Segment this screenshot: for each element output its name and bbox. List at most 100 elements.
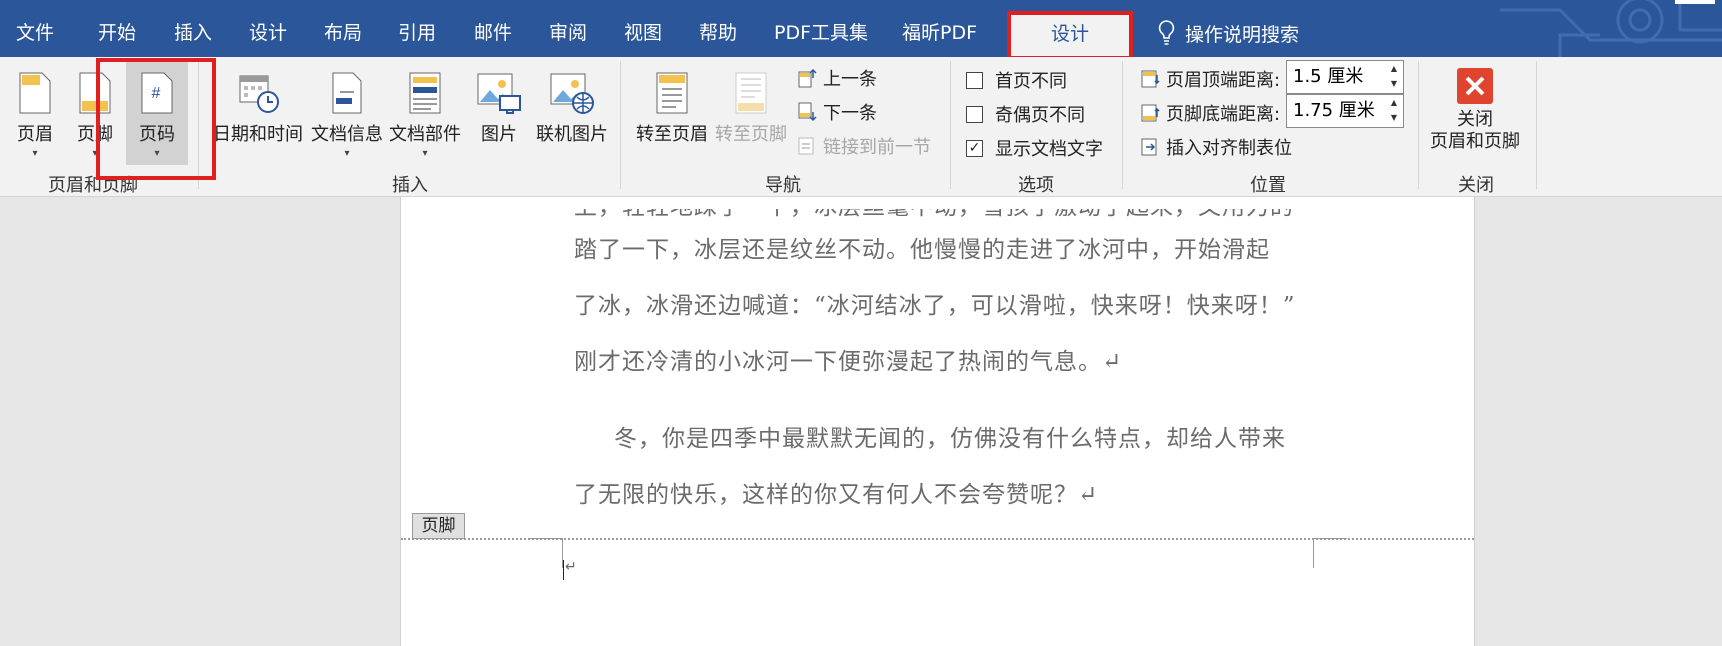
go-to-header-label: 转至页眉 <box>636 124 708 145</box>
go-to-header-button[interactable]: 转至页眉 <box>636 59 708 146</box>
checkbox-box <box>966 105 983 123</box>
online-picture-icon <box>550 73 594 114</box>
chevron-down-icon: ▾ <box>422 148 428 159</box>
tab-foxit-pdf[interactable]: 福昕PDF <box>902 0 977 57</box>
group-label-navigation: 导航 <box>765 175 801 196</box>
page-number-highlight-box <box>96 58 216 180</box>
header-icon <box>19 72 51 114</box>
close-header-footer-button[interactable]: 关闭 页眉和页脚 <box>1430 61 1520 153</box>
tab-design[interactable]: 设计 <box>249 0 287 57</box>
tab-pdf-tools[interactable]: PDF工具集 <box>774 0 868 57</box>
body-text-line: 踏了一下，冰层还是纹丝不动。他慢慢的走进了冰河中，开始滑起 <box>574 237 1270 263</box>
footer-tag: 页脚 <box>412 513 465 539</box>
doc-parts-icon <box>409 72 441 114</box>
footer-from-bottom-label: 页脚底端距离: <box>1166 104 1281 125</box>
previous-label: 上一条 <box>823 69 877 90</box>
date-time-icon <box>239 75 279 113</box>
group-label-options: 选项 <box>1018 175 1054 196</box>
spinner-arrows-icon[interactable]: ▲ ▼ <box>1385 95 1403 127</box>
group-separator <box>1418 61 1419 189</box>
chevron-down-icon: ▾ <box>32 148 38 159</box>
tab-file[interactable]: 文件 <box>16 0 54 57</box>
tab-insert[interactable]: 插入 <box>174 0 212 57</box>
next-icon <box>798 102 817 122</box>
footer-bottom-icon <box>1141 104 1160 122</box>
tab-mailings[interactable]: 邮件 <box>474 0 512 57</box>
group-separator <box>1122 61 1123 189</box>
tell-me-label: 操作说明搜索 <box>1185 23 1300 46</box>
header-from-top-spinner[interactable]: 1.5 厘米 ▲ ▼ <box>1286 60 1404 94</box>
header-from-top-row: 页眉顶端距离: <box>1140 66 1280 92</box>
chevron-down-icon: ▾ <box>92 148 98 159</box>
checkmark-icon: ✓ <box>966 139 983 157</box>
text-cursor <box>563 560 564 580</box>
group-label-insert: 插入 <box>392 175 428 196</box>
close-icon <box>1457 68 1493 104</box>
margin-corner-mark <box>1313 538 1314 568</box>
show-doc-text-checkbox[interactable]: ✓ 显示文档文字 <box>966 135 1103 161</box>
tell-me-search[interactable]: 操作说明搜索 <box>1158 0 1299 57</box>
group-separator <box>620 61 621 189</box>
tab-review[interactable]: 审阅 <box>549 0 587 57</box>
next-button[interactable]: 下一条 <box>797 99 877 125</box>
date-time-button[interactable]: 日期和时间 <box>213 59 303 146</box>
previous-icon <box>798 68 817 88</box>
insert-alignment-tab-button[interactable]: 插入对齐制表位 <box>1140 134 1292 160</box>
header-from-top-label: 页眉顶端距离: <box>1166 70 1281 91</box>
picture-icon <box>477 73 521 114</box>
doc-parts-button[interactable]: 文档部件 ▾ <box>389 59 461 160</box>
picture-label: 图片 <box>481 124 517 145</box>
group-label-position: 位置 <box>1250 175 1286 196</box>
tab-help[interactable]: 帮助 <box>699 0 737 57</box>
link-to-previous-button: 链接到前一节 <box>797 133 931 159</box>
tab-header-footer-design[interactable]: 设计 <box>1007 11 1133 57</box>
close-label-line2: 页眉和页脚 <box>1430 131 1520 152</box>
body-text-line: 了无限的快乐，这样的你又有何人不会夸赞呢？↵ <box>574 482 1099 508</box>
footer-from-bottom-row: 页脚底端距离: <box>1140 100 1280 126</box>
previous-button[interactable]: 上一条 <box>797 65 877 91</box>
different-first-page-checkbox[interactable]: 首页不同 <box>966 67 1067 93</box>
document-page[interactable]: 上，轻轻地踩了一下，冰层丝毫不动，雪孩子激动了起来，又用力的 踏了一下，冰层还是… <box>400 197 1475 646</box>
ribbon-panel: 页眉 ▾ 页脚 ▾ # 页码 ▾ 页眉和页脚 日期和时间 文档信息 ▾ 文档部件… <box>0 57 1722 197</box>
tab-references[interactable]: 引用 <box>398 0 436 57</box>
doc-parts-label: 文档部件 <box>389 124 461 145</box>
go-to-footer-button: 转至页脚 <box>715 59 787 146</box>
group-separator <box>950 61 951 189</box>
header-label: 页眉 <box>17 124 53 145</box>
decorative-circuit-pattern <box>1500 0 1722 57</box>
chevron-down-icon: ▾ <box>344 148 350 159</box>
spinner-arrows-icon[interactable]: ▲ ▼ <box>1385 61 1403 93</box>
body-text-line: 刚才还冷清的小冰河一下便弥漫起了热闹的气息。↵ <box>574 349 1123 375</box>
tab-view[interactable]: 视图 <box>624 0 662 57</box>
different-first-page-label: 首页不同 <box>995 71 1067 92</box>
footer-paragraph-mark: ↵ <box>565 559 577 575</box>
body-text-line: 冬，你是四季中最默默无闻的，仿佛没有什么特点，却给人带来 <box>614 426 1286 452</box>
close-label-line1: 关闭 <box>1457 109 1493 130</box>
date-time-label: 日期和时间 <box>213 124 303 145</box>
header-top-icon <box>1141 70 1160 88</box>
picture-button[interactable]: 图片 <box>474 59 524 146</box>
insert-alignment-tab-label: 插入对齐制表位 <box>1166 138 1292 159</box>
footer-from-bottom-spinner[interactable]: 1.75 厘米 ▲ ▼ <box>1286 94 1404 128</box>
show-doc-text-label: 显示文档文字 <box>995 139 1103 160</box>
header-from-top-value: 1.5 厘米 <box>1293 66 1364 87</box>
margin-corner-mark <box>529 538 563 539</box>
body-text-line: 了冰，冰滑还边喊道：“冰河结冰了，可以滑啦，快来呀！快来呀！” <box>574 293 1296 319</box>
header-button[interactable]: 页眉 ▾ <box>10 59 60 160</box>
tab-home[interactable]: 开始 <box>98 0 136 57</box>
different-odd-even-checkbox[interactable]: 奇偶页不同 <box>966 101 1085 127</box>
link-icon <box>798 137 814 155</box>
link-to-previous-label: 链接到前一节 <box>823 137 931 158</box>
doc-info-label: 文档信息 <box>311 124 383 145</box>
group-label-close: 关闭 <box>1458 175 1494 196</box>
lightbulb-icon <box>1158 20 1175 45</box>
different-odd-even-label: 奇偶页不同 <box>995 105 1085 126</box>
checkbox-box <box>966 71 983 89</box>
tab-layout[interactable]: 布局 <box>324 0 362 57</box>
footer-from-bottom-value: 1.75 厘米 <box>1293 100 1375 121</box>
go-to-footer-label: 转至页脚 <box>715 124 787 145</box>
ribbon-tab-bar: 文件 开始 插入 设计 布局 引用 邮件 审阅 视图 帮助 PDF工具集 福昕P… <box>0 0 1722 57</box>
go-to-footer-icon <box>735 72 767 114</box>
online-picture-button[interactable]: 联机图片 <box>536 59 608 146</box>
doc-info-button[interactable]: 文档信息 ▾ <box>311 59 383 160</box>
